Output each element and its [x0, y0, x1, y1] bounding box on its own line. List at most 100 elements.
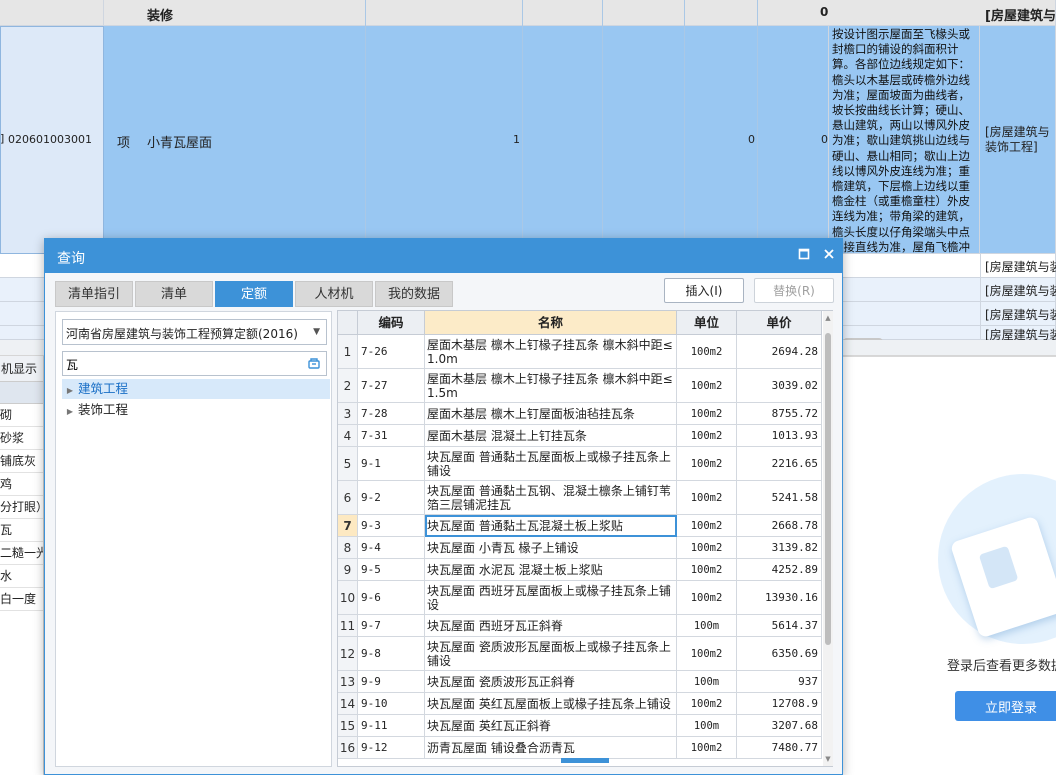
quota-library-select[interactable]: 河南省房屋建筑与装饰工程预算定额(2016) ▼ — [62, 319, 327, 345]
dialog-titlebar[interactable]: 查询 — [45, 239, 842, 273]
tree-node-building[interactable]: ▶ 建筑工程 — [62, 379, 330, 399]
quota-code[interactable]: 7-27 — [358, 369, 425, 403]
quota-price[interactable]: 4252.89 — [737, 559, 822, 581]
quota-code[interactable]: 9-6 — [358, 581, 425, 615]
quota-price[interactable]: 5614.37 — [737, 615, 822, 637]
row-number[interactable]: 4 — [338, 425, 358, 447]
quota-name[interactable]: 块瓦屋面 水泥瓦 混凝土板上浆贴 — [425, 559, 677, 581]
quota-name[interactable]: 块瓦屋面 小青瓦 椽子上铺设 — [425, 537, 677, 559]
quota-name[interactable]: 块瓦屋面 英红瓦屋面板上或椽子挂瓦条上铺设 — [425, 693, 677, 715]
quota-name[interactable]: 块瓦屋面 西班牙瓦正斜脊 — [425, 615, 677, 637]
row-number[interactable]: 7 — [338, 515, 358, 537]
quota-unit[interactable]: 100m2 — [677, 737, 737, 759]
quota-code[interactable]: 9-2 — [358, 481, 425, 515]
search-input[interactable] — [66, 355, 296, 373]
quota-price[interactable]: 8755.72 — [737, 403, 822, 425]
quota-code[interactable]: 9-1 — [358, 447, 425, 481]
list-item[interactable]: 砂浆 — [0, 427, 43, 450]
row-number[interactable]: 15 — [338, 715, 358, 737]
quota-price[interactable]: 937 — [737, 671, 822, 693]
quota-unit[interactable]: 100m2 — [677, 515, 737, 537]
panel-tab-label[interactable]: 机显示 — [0, 356, 43, 382]
login-button[interactable]: 立即登录 — [955, 691, 1056, 721]
column-header-code[interactable]: 编码 — [358, 311, 425, 335]
scroll-up-icon[interactable]: ▲ — [823, 314, 833, 322]
quota-price[interactable]: 2694.28 — [737, 335, 822, 369]
quota-unit[interactable]: 100m2 — [677, 335, 737, 369]
close-icon[interactable] — [822, 248, 836, 262]
row-number[interactable]: 5 — [338, 447, 358, 481]
quota-unit[interactable]: 100m2 — [677, 581, 737, 615]
scroll-down-icon[interactable]: ▼ — [823, 755, 833, 763]
row-checkbox[interactable]: ] — [0, 132, 4, 145]
search-box[interactable] — [62, 351, 327, 376]
quota-name[interactable]: 沥青瓦屋面 铺设叠合沥青瓦 — [425, 737, 677, 759]
quota-price[interactable]: 1013.93 — [737, 425, 822, 447]
list-item[interactable]: 砌 — [0, 404, 43, 427]
row-number[interactable]: 14 — [338, 693, 358, 715]
tab-bill[interactable]: 清单 — [135, 281, 213, 307]
quota-code[interactable]: 9-9 — [358, 671, 425, 693]
quota-price[interactable]: 12708.9 — [737, 693, 822, 715]
scrollbar-thumb[interactable] — [825, 333, 831, 645]
row-number[interactable]: 11 — [338, 615, 358, 637]
resize-handle[interactable] — [561, 758, 609, 763]
list-item[interactable]: 鸡 — [0, 473, 43, 496]
quota-code[interactable]: 7-28 — [358, 403, 425, 425]
quota-name[interactable]: 块瓦屋面 瓷质波形瓦正斜脊 — [425, 671, 677, 693]
column-header-price[interactable]: 单价 — [737, 311, 822, 335]
quota-price[interactable]: 6350.69 — [737, 637, 822, 671]
row-number[interactable]: 16 — [338, 737, 358, 759]
quota-name[interactable]: 屋面木基层 檩木上钉椽子挂瓦条 檩木斜中距≤1.5m — [425, 369, 677, 403]
tab-quota[interactable]: 定额 — [215, 281, 293, 307]
quota-price[interactable]: 3207.68 — [737, 715, 822, 737]
quota-code[interactable]: 9-12 — [358, 737, 425, 759]
quota-unit[interactable]: 100m2 — [677, 369, 737, 403]
row-number[interactable]: 10 — [338, 581, 358, 615]
quota-name[interactable]: 块瓦屋面 瓷质波形瓦屋面板上或椽子挂瓦条上铺设 — [425, 637, 677, 671]
tab-my-data[interactable]: 我的数据 — [375, 281, 453, 307]
quota-code[interactable]: 7-31 — [358, 425, 425, 447]
row-number[interactable]: 6 — [338, 481, 358, 515]
list-item[interactable]: 分打眼） — [0, 496, 43, 519]
list-item[interactable]: 白一度 — [0, 588, 43, 611]
row-number[interactable]: 12 — [338, 637, 358, 671]
quota-price[interactable]: 3139.82 — [737, 537, 822, 559]
search-icon[interactable] — [307, 356, 321, 370]
vertical-scrollbar[interactable]: ▲ ▼ — [823, 311, 833, 766]
quota-unit[interactable]: 100m2 — [677, 637, 737, 671]
quota-code[interactable]: 9-8 — [358, 637, 425, 671]
quota-price[interactable]: 5241.58 — [737, 481, 822, 515]
caret-right-icon[interactable]: ▶ — [62, 381, 78, 401]
quota-code[interactable]: 9-7 — [358, 615, 425, 637]
tab-bill-guide[interactable]: 清单指引 — [55, 281, 133, 307]
quota-unit[interactable]: 100m — [677, 715, 737, 737]
quota-code[interactable]: 9-10 — [358, 693, 425, 715]
quota-price[interactable]: 2216.65 — [737, 447, 822, 481]
quota-unit[interactable]: 100m2 — [677, 403, 737, 425]
quota-code[interactable]: 7-26 — [358, 335, 425, 369]
column-header-unit[interactable]: 单位 — [677, 311, 737, 335]
quota-code[interactable]: 9-11 — [358, 715, 425, 737]
quota-unit[interactable]: 100m2 — [677, 481, 737, 515]
quota-price[interactable]: 13930.16 — [737, 581, 822, 615]
list-item[interactable]: 水 — [0, 565, 43, 588]
quota-name[interactable]: 块瓦屋面 普通黏土瓦混凝土板上浆贴 — [425, 515, 677, 537]
quota-price[interactable]: 7480.77 — [737, 737, 822, 759]
row-number[interactable]: 3 — [338, 403, 358, 425]
quota-name[interactable]: 屋面木基层 混凝土上钉挂瓦条 — [425, 425, 677, 447]
quota-unit[interactable]: 100m2 — [677, 537, 737, 559]
quota-unit[interactable]: 100m2 — [677, 693, 737, 715]
column-header-name[interactable]: 名称 — [425, 311, 677, 335]
quota-unit[interactable]: 100m — [677, 615, 737, 637]
row-number[interactable]: 1 — [338, 335, 358, 369]
caret-right-icon[interactable]: ▶ — [62, 402, 78, 422]
maximize-icon[interactable] — [797, 248, 811, 262]
list-item[interactable]: 二糙一光 — [0, 542, 43, 565]
quota-name[interactable]: 屋面木基层 檩木上钉椽子挂瓦条 檩木斜中距≤1.0m — [425, 335, 677, 369]
tree-node-decoration[interactable]: ▶ 装饰工程 — [62, 400, 330, 420]
row-number[interactable]: 8 — [338, 537, 358, 559]
insert-button[interactable]: 插入(I) — [664, 278, 744, 303]
quota-name[interactable]: 屋面木基层 檩木上钉屋面板油毡挂瓦条 — [425, 403, 677, 425]
quota-code[interactable]: 9-4 — [358, 537, 425, 559]
